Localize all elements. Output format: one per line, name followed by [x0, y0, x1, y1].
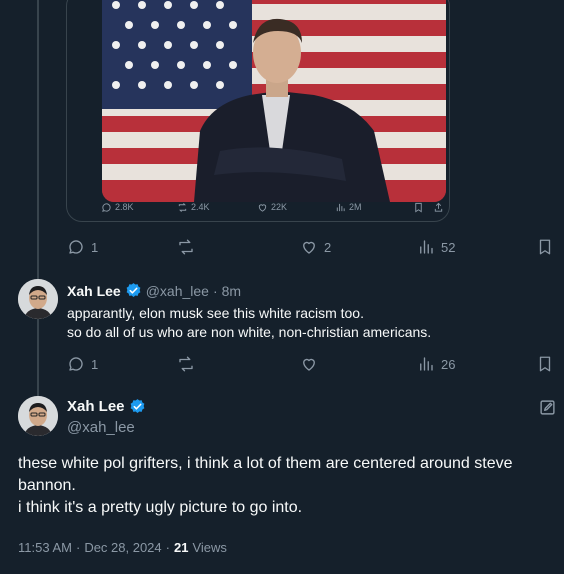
reply-button[interactable]: 1 [67, 352, 98, 376]
main-text-line: these white pol grifters, i think a lot … [18, 455, 513, 472]
quoted-views-count: 2M [349, 202, 362, 212]
like-count: 2 [324, 239, 332, 255]
reply-icon [102, 202, 111, 212]
main-tweet-header: Xah Lee [67, 398, 146, 415]
bookmark-button[interactable] [536, 352, 554, 376]
reply-count: 1 [91, 239, 99, 255]
quoted-reposts-count: 2.4K [191, 202, 210, 212]
main-text-line: i think it's a pretty ugly picture to go… [18, 499, 303, 516]
tweet-time[interactable]: 11:53 AM [18, 540, 72, 555]
reply-count: 1 [91, 356, 99, 372]
views-button[interactable]: 52 [417, 235, 455, 259]
views-button[interactable]: 26 [417, 352, 455, 376]
repost-icon [179, 239, 193, 255]
reply-tweet-header: Xah Lee @xah_lee · 8m [67, 282, 241, 299]
main-text-line: bannon. [18, 477, 76, 494]
separator: · [212, 282, 218, 299]
quoted-reposts-stat[interactable]: 2.4K [177, 202, 210, 213]
quoted-tweet-card[interactable]: 2.8K 2.4K 22K 2M [66, 0, 450, 222]
avatar[interactable] [18, 396, 58, 436]
quoted-share-button[interactable] [433, 202, 444, 213]
views-count: 26 [441, 356, 456, 372]
heart-icon [258, 203, 267, 212]
views-icon [420, 240, 433, 254]
tweet-date[interactable]: Dec 28, 2024 [84, 540, 161, 555]
quoted-replies-stat[interactable]: 2.8K [101, 202, 134, 213]
like-button[interactable]: 2 [300, 235, 331, 259]
separator: · [75, 540, 81, 555]
verified-badge-icon [126, 283, 141, 297]
quoted-tweet-image[interactable] [102, 0, 446, 202]
tweet-actions: 1 2 52 [0, 235, 564, 259]
views-total: 21 [174, 540, 189, 555]
reply-icon [69, 240, 83, 254]
bookmark-icon [539, 356, 551, 372]
like-button[interactable] [300, 352, 324, 376]
quoted-likes-count: 22K [271, 202, 288, 212]
quoted-bookmark-button[interactable] [413, 202, 424, 213]
handle[interactable]: @xah_lee [67, 419, 135, 436]
quoted-tweet-stats: 2.8K 2.4K 22K 2M [67, 194, 449, 220]
views-icon [336, 203, 345, 211]
repost-button[interactable] [177, 352, 201, 376]
views-count: 52 [441, 239, 456, 255]
quoted-views-stat[interactable]: 2M [335, 202, 362, 213]
quoted-likes-stat[interactable]: 22K [257, 202, 287, 213]
separator: · [165, 540, 170, 555]
reply-tweet-actions: 1 26 [0, 352, 564, 376]
avatar[interactable] [18, 279, 58, 319]
views-label: Views [192, 540, 227, 555]
display-name[interactable]: Xah Lee [67, 398, 125, 415]
repost-icon [179, 356, 193, 372]
reply-tweet-text: apparantly, elon musk see this white rac… [67, 304, 547, 342]
handle[interactable]: @xah_lee [146, 283, 209, 299]
edit-icon[interactable] [539, 399, 556, 416]
display-name[interactable]: Xah Lee [67, 283, 121, 299]
share-icon [434, 202, 443, 212]
bookmark-button[interactable] [536, 235, 554, 259]
main-tweet-text: these white pol grifters, i think a lot … [18, 453, 558, 519]
views-icon [420, 357, 433, 371]
quoted-replies-count: 2.8K [115, 202, 134, 212]
reply-icon [69, 357, 83, 371]
heart-icon [303, 358, 315, 371]
bookmark-icon [415, 202, 422, 212]
repost-icon [178, 202, 187, 212]
reply-button[interactable]: 1 [67, 235, 98, 259]
repost-button[interactable] [177, 235, 201, 259]
verified-badge-icon [130, 399, 144, 413]
bookmark-icon [539, 239, 551, 255]
reply-text-line: apparantly, elon musk see this white rac… [67, 305, 364, 321]
timestamp[interactable]: 8m [222, 283, 241, 299]
reply-text-line: so do all of us who are non white, non-c… [67, 324, 432, 340]
tweet-metadata: 11:53 AM · Dec 28, 2024 · 21 Views [18, 540, 227, 555]
heart-icon [303, 241, 315, 254]
